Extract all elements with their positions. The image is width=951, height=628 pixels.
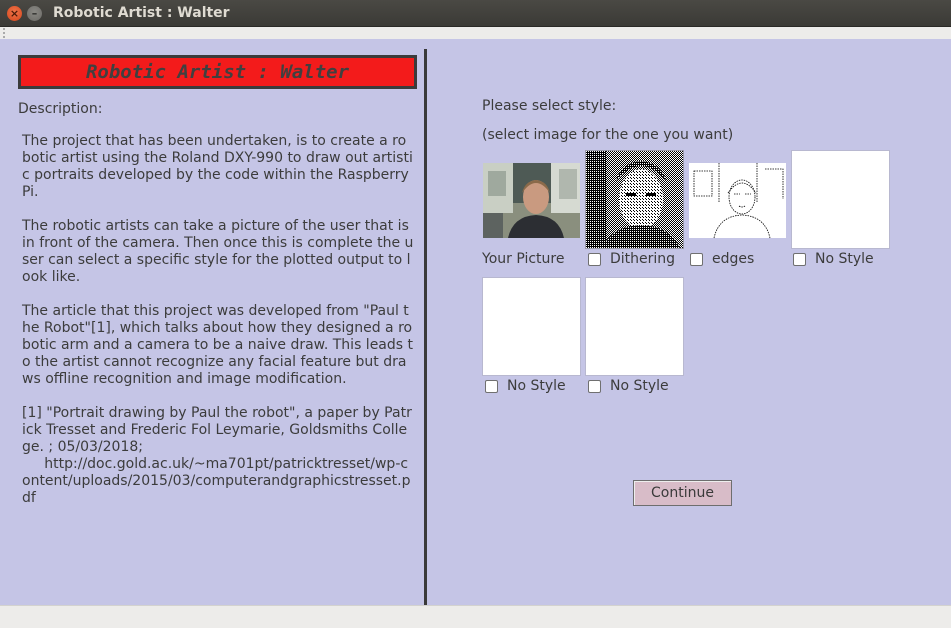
description-paragraph: The robotic artists can take a picture o… <box>22 218 414 285</box>
option-label: No Style <box>610 378 669 394</box>
app-banner: Robotic Artist : Walter <box>18 55 417 89</box>
no-style-option[interactable]: No Style <box>793 251 874 267</box>
toolbar-strip <box>0 27 951 39</box>
no-style-thumbnail[interactable] <box>482 277 581 376</box>
dithering-checkbox[interactable] <box>588 252 601 266</box>
option-label: edges <box>712 251 755 267</box>
status-bar <box>0 605 951 628</box>
no-style-checkbox[interactable] <box>588 379 601 393</box>
reference-paragraph: [1] "Portrait drawing by Paul the robot"… <box>22 405 412 506</box>
minimize-icon[interactable]: – <box>27 6 42 21</box>
title-bar: × – Robotic Artist : Walter <box>0 0 951 27</box>
no-style-checkbox[interactable] <box>793 252 806 266</box>
edges-option[interactable]: edges <box>690 251 754 267</box>
continue-button[interactable]: Continue <box>633 480 732 506</box>
your-picture-thumbnail[interactable] <box>482 150 581 249</box>
no-style-option[interactable]: No Style <box>588 378 669 394</box>
option-label: Your Picture <box>482 251 565 267</box>
no-style-thumbnail[interactable] <box>585 277 684 376</box>
description-paragraph: The project that has been undertaken, is… <box>22 133 414 200</box>
no-style-option[interactable]: No Style <box>485 378 566 394</box>
description-text: The project that has been undertaken, is… <box>22 133 414 524</box>
dithering-thumbnail[interactable] <box>585 150 684 249</box>
no-style-thumbnail[interactable] <box>791 150 890 249</box>
option-label: No Style <box>507 378 566 394</box>
option-label: No Style <box>815 251 874 267</box>
select-style-hint: (select image for the one you want) <box>482 127 734 143</box>
close-icon[interactable]: × <box>7 6 22 21</box>
edges-thumbnail[interactable] <box>688 150 787 249</box>
your-picture-label: Your Picture <box>482 251 564 267</box>
option-label: Dithering <box>610 251 676 267</box>
no-style-checkbox[interactable] <box>485 379 498 393</box>
toolbar-grip-icon[interactable] <box>3 28 8 38</box>
window-title: Robotic Artist : Walter <box>53 5 230 21</box>
select-style-label: Please select style: <box>482 98 617 114</box>
panel-divider[interactable] <box>424 49 427 605</box>
dithering-option[interactable]: Dithering <box>588 251 675 267</box>
edges-checkbox[interactable] <box>690 252 703 266</box>
description-paragraph: The article that this project was develo… <box>22 303 414 387</box>
description-label: Description: <box>18 101 103 117</box>
